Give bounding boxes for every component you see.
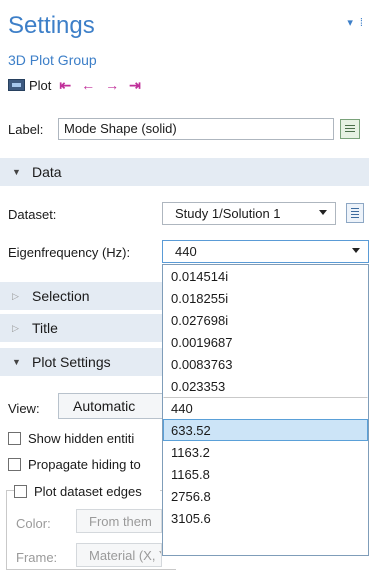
dropdown-option-highlighted[interactable]: 633.52 — [163, 419, 368, 441]
dropdown-option[interactable]: 0.014514i — [163, 265, 368, 287]
chevron-down-icon — [352, 248, 360, 253]
eigenfrequency-dropdown-list[interactable]: 0.014514i 0.018255i 0.027698i 0.0019687 … — [162, 264, 369, 556]
plot-edges-checkbox[interactable] — [14, 484, 27, 498]
expand-icon: ▷ — [12, 290, 19, 301]
dropdown-option[interactable]: 0.0083763 — [163, 353, 368, 375]
dataset-select[interactable]: Study 1/Solution 1 — [162, 202, 336, 225]
dropdown-option[interactable]: 3105.6 — [163, 507, 368, 529]
eigenfrequency-value: 440 — [175, 244, 197, 259]
label-edit-icon[interactable] — [340, 119, 360, 139]
previous-node-icon[interactable]: ← — [81, 77, 95, 93]
settings-header: Settings ▾ ⁞ 3D Plot Group Plot ⇤ ← → ⇥ — [0, 0, 369, 110]
label-field-label: Label: — [8, 121, 44, 137]
eigenfrequency-select[interactable]: 440 — [162, 240, 369, 263]
color-select[interactable]: From them — [76, 509, 162, 533]
dropdown-option[interactable]: 1165.8 — [163, 463, 368, 485]
dropdown-option[interactable]: 0.023353 — [163, 375, 368, 397]
first-node-icon[interactable]: ⇤ — [59, 77, 71, 94]
dataset-label: Dataset: — [8, 206, 57, 222]
plot-icon[interactable] — [8, 79, 25, 91]
chevron-down-icon — [319, 210, 327, 215]
eigenfrequency-label: Eigenfrequency (Hz): — [8, 244, 131, 260]
section-data-label: Data — [32, 164, 62, 180]
dropdown-option[interactable]: 1163.2 — [163, 441, 368, 463]
view-select[interactable]: Automatic — [58, 393, 168, 419]
show-hidden-row[interactable]: Show hidden entiti — [8, 428, 160, 448]
node-subtitle: 3D Plot Group — [8, 52, 97, 68]
plot-edges-row[interactable]: Plot dataset edges — [14, 481, 160, 501]
page-title: Settings — [8, 12, 95, 39]
section-selection-label: Selection — [32, 288, 90, 304]
frame-select[interactable]: Material (X, Y, Z) — [76, 543, 162, 567]
plot-button-label[interactable]: Plot — [29, 78, 51, 93]
plot-edges-label: Plot dataset edges — [34, 483, 142, 499]
next-node-icon[interactable]: → — [105, 77, 119, 93]
dropdown-option[interactable]: 440 — [163, 397, 368, 419]
label-row: Label: Mode Shape (solid) — [8, 117, 363, 141]
propagate-hiding-checkbox[interactable] — [8, 457, 21, 471]
dataset-value: Study 1/Solution 1 — [175, 206, 281, 221]
show-hidden-checkbox[interactable] — [8, 431, 21, 445]
plot-toolbar: Plot ⇤ ← → ⇥ — [8, 76, 147, 94]
label-input[interactable]: Mode Shape (solid) — [58, 118, 334, 140]
frame-label: Frame: — [16, 549, 58, 565]
expand-icon: ▷ — [12, 322, 19, 333]
propagate-hiding-row[interactable]: Propagate hiding to — [8, 454, 160, 474]
show-hidden-label: Show hidden entiti — [28, 430, 135, 446]
collapse-icon: ▼ — [12, 357, 21, 367]
section-plot-settings-label: Plot Settings — [32, 354, 111, 370]
dropdown-option[interactable]: 0.0019687 — [163, 331, 368, 353]
last-node-icon[interactable]: ⇥ — [129, 77, 141, 94]
section-title-label: Title — [32, 320, 58, 336]
section-data[interactable]: ▼ Data — [0, 158, 369, 186]
view-label: View: — [8, 400, 40, 416]
color-label: Color: — [16, 515, 51, 531]
window-menu-icon[interactable]: ▾ ⁞ — [347, 16, 365, 29]
dropdown-option[interactable]: 2756.8 — [163, 485, 368, 507]
dropdown-option[interactable]: 0.018255i — [163, 287, 368, 309]
go-to-source-icon[interactable] — [346, 203, 364, 223]
propagate-hiding-label: Propagate hiding to — [28, 456, 141, 472]
dropdown-option[interactable]: 0.027698i — [163, 309, 368, 331]
collapse-icon: ▼ — [12, 167, 21, 177]
